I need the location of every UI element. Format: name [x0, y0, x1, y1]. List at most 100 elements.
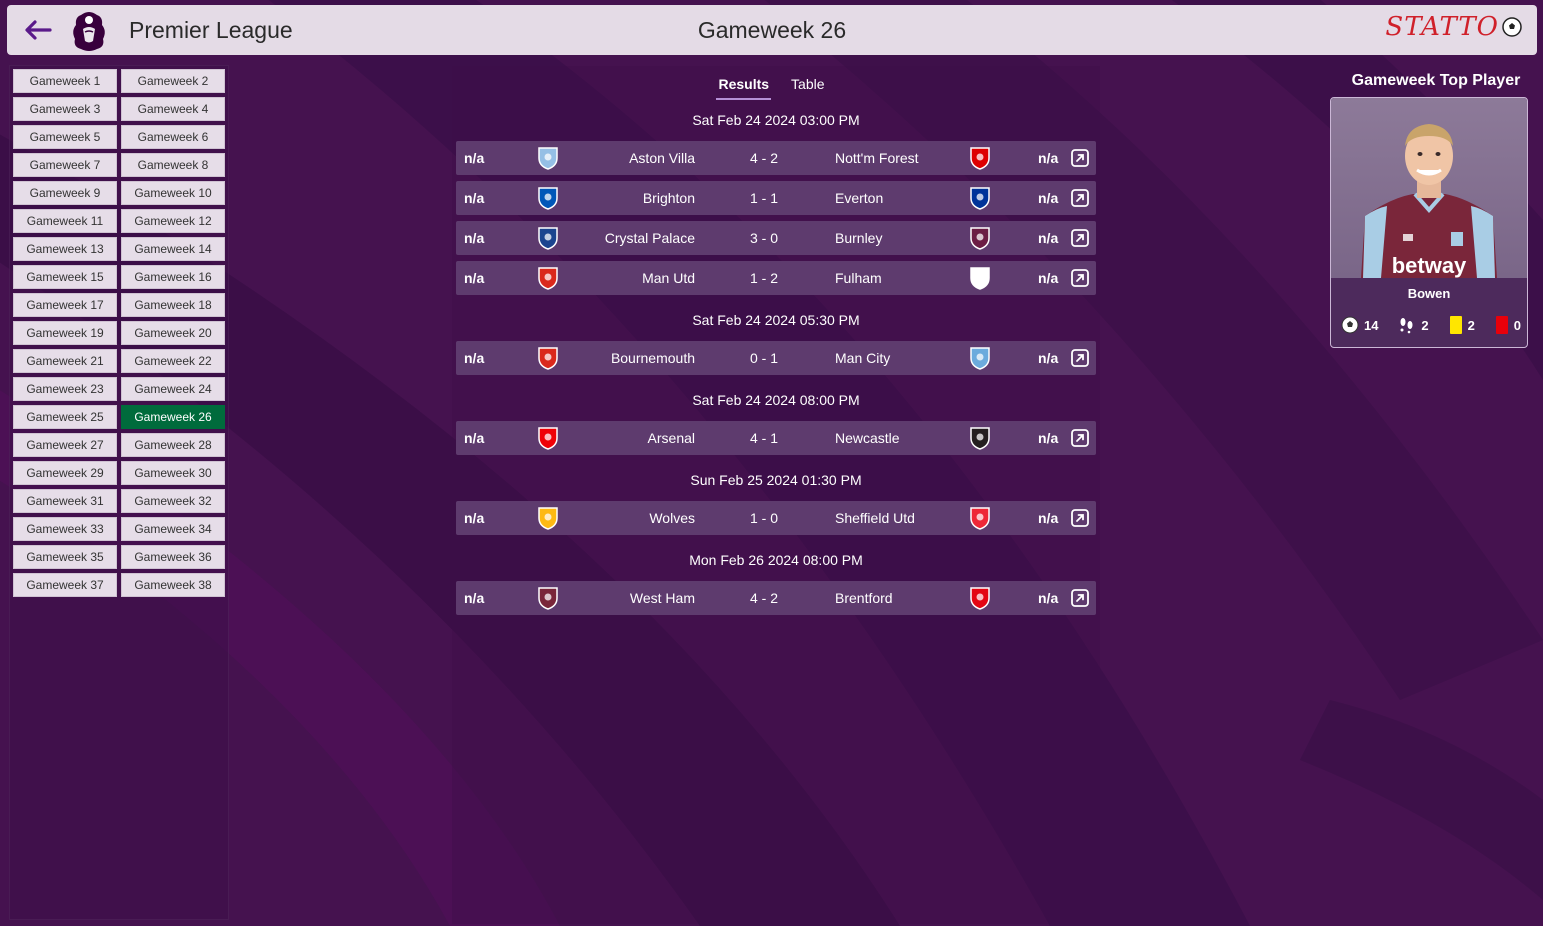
away-team-crest-icon	[970, 267, 990, 290]
open-match-icon[interactable]	[1070, 428, 1090, 448]
gameweek-button[interactable]: Gameweek 20	[121, 321, 225, 345]
gameweek-button[interactable]: Gameweek 17	[13, 293, 117, 317]
match-score: 1 - 0	[749, 510, 778, 526]
away-rating: n/a	[1038, 430, 1059, 446]
home-team-crest-icon	[538, 187, 558, 210]
open-match-icon[interactable]	[1070, 228, 1090, 248]
points-value: 14	[1364, 317, 1379, 333]
gameweek-button[interactable]: Gameweek 13	[13, 237, 117, 261]
gameweek-button[interactable]: Gameweek 34	[121, 517, 225, 541]
assists-value: 2	[1421, 317, 1429, 333]
gameweek-button[interactable]: Gameweek 10	[121, 181, 225, 205]
app-header: Premier League Gameweek 26 STATTO	[7, 5, 1537, 55]
open-match-icon[interactable]	[1070, 348, 1090, 368]
gameweek-button[interactable]: Gameweek 25	[13, 405, 117, 429]
away-team-crest-icon	[970, 347, 990, 370]
tab-table[interactable]: Table	[789, 70, 826, 100]
home-team-name: Arsenal	[647, 430, 695, 446]
gameweek-button[interactable]: Gameweek 24	[121, 377, 225, 401]
match-date-heading: Sat Feb 24 2024 08:00 PM	[692, 392, 860, 408]
top-player-title: Gameweek Top Player	[1351, 72, 1521, 89]
match-score: 3 - 0	[749, 230, 778, 246]
away-team-name: Nott'm Forest	[835, 150, 919, 166]
home-rating: n/a	[464, 150, 485, 166]
away-team-name: Burnley	[835, 230, 883, 246]
gameweek-button[interactable]: Gameweek 6	[121, 125, 225, 149]
gameweek-button[interactable]: Gameweek 26	[121, 405, 225, 429]
gameweek-button[interactable]: Gameweek 18	[121, 293, 225, 317]
gameweek-button[interactable]: Gameweek 23	[13, 377, 117, 401]
match-row[interactable]: n/a Brighton 1 - 1 Everton n/a	[456, 181, 1096, 215]
match-row[interactable]: n/a Bournemouth 0 - 1 Man City n/a	[456, 341, 1096, 375]
gameweek-button[interactable]: Gameweek 29	[13, 461, 117, 485]
gameweek-button[interactable]: Gameweek 14	[121, 237, 225, 261]
match-date-heading: Sat Feb 24 2024 05:30 PM	[692, 312, 860, 328]
tab-results[interactable]: Results	[716, 70, 772, 100]
gameweek-button[interactable]: Gameweek 28	[121, 433, 225, 457]
gameweek-button[interactable]: Gameweek 31	[13, 489, 117, 513]
match-score: 1 - 1	[749, 190, 778, 206]
away-team-name: Newcastle	[835, 430, 900, 446]
home-rating: n/a	[464, 270, 485, 286]
match-row[interactable]: n/a Crystal Palace 3 - 0 Burnley n/a	[456, 221, 1096, 255]
open-match-icon[interactable]	[1070, 508, 1090, 528]
top-player-card[interactable]: betway Bowen 14 2 2 0	[1330, 97, 1528, 348]
gameweek-button[interactable]: Gameweek 12	[121, 209, 225, 233]
match-row[interactable]: n/a Man Utd 1 - 2 Fulham n/a	[456, 261, 1096, 295]
home-rating: n/a	[464, 230, 485, 246]
gameweek-button[interactable]: Gameweek 37	[13, 573, 117, 597]
home-team-crest-icon	[538, 227, 558, 250]
match-score: 4 - 2	[749, 150, 778, 166]
yellow-card-icon	[1449, 316, 1462, 334]
gameweek-button[interactable]: Gameweek 32	[121, 489, 225, 513]
away-rating: n/a	[1038, 510, 1059, 526]
gameweek-button[interactable]: Gameweek 33	[13, 517, 117, 541]
gameweek-button[interactable]: Gameweek 19	[13, 321, 117, 345]
home-rating: n/a	[464, 590, 485, 606]
away-team-crest-icon	[970, 507, 990, 530]
gameweek-button[interactable]: Gameweek 15	[13, 265, 117, 289]
football-icon	[1341, 316, 1359, 334]
player-name: Bowen	[1407, 286, 1451, 301]
yellow-value: 2	[1467, 317, 1475, 333]
back-button[interactable]	[21, 15, 55, 45]
match-row[interactable]: n/a Aston Villa 4 - 2 Nott'm Forest n/a	[456, 141, 1096, 175]
premier-league-logo	[73, 12, 105, 51]
gameweek-button[interactable]: Gameweek 5	[13, 125, 117, 149]
gameweek-button[interactable]: Gameweek 22	[121, 349, 225, 373]
gameweek-button[interactable]: Gameweek 16	[121, 265, 225, 289]
gameweek-button[interactable]: Gameweek 21	[13, 349, 117, 373]
gameweek-button[interactable]: Gameweek 3	[13, 97, 117, 121]
away-rating: n/a	[1038, 590, 1059, 606]
gameweek-button[interactable]: Gameweek 36	[121, 545, 225, 569]
home-team-name: West Ham	[629, 590, 695, 606]
match-row[interactable]: n/a Wolves 1 - 0 Sheffield Utd n/a	[456, 501, 1096, 535]
away-team-crest-icon	[970, 147, 990, 170]
gameweek-button[interactable]: Gameweek 7	[13, 153, 117, 177]
gameweek-button[interactable]: Gameweek 11	[13, 209, 117, 233]
match-row[interactable]: n/a West Ham 4 - 2 Brentford n/a	[456, 581, 1096, 615]
home-team-name: Wolves	[649, 510, 695, 526]
away-team-name: Man City	[835, 350, 891, 366]
home-team-name: Man Utd	[642, 270, 695, 286]
gameweek-button[interactable]: Gameweek 4	[121, 97, 225, 121]
open-match-icon[interactable]	[1070, 588, 1090, 608]
gameweek-button[interactable]: Gameweek 9	[13, 181, 117, 205]
gameweek-button[interactable]: Gameweek 35	[13, 545, 117, 569]
home-rating: n/a	[464, 510, 485, 526]
match-score: 4 - 1	[749, 430, 778, 446]
gameweek-button[interactable]: Gameweek 27	[13, 433, 117, 457]
open-match-icon[interactable]	[1070, 268, 1090, 288]
open-match-icon[interactable]	[1070, 148, 1090, 168]
open-match-icon[interactable]	[1070, 188, 1090, 208]
gameweek-button[interactable]: Gameweek 30	[121, 461, 225, 485]
gameweek-button[interactable]: Gameweek 38	[121, 573, 225, 597]
away-team-name: Sheffield Utd	[835, 510, 915, 526]
away-rating: n/a	[1038, 150, 1059, 166]
home-team-name: Brighton	[642, 190, 695, 206]
match-row[interactable]: n/a Arsenal 4 - 1 Newcastle n/a	[456, 421, 1096, 455]
player-image: betway	[1361, 124, 1497, 278]
gameweek-button[interactable]: Gameweek 8	[121, 153, 225, 177]
match-date-heading: Mon Feb 26 2024 08:00 PM	[689, 552, 863, 568]
home-team-crest-icon	[538, 147, 558, 170]
